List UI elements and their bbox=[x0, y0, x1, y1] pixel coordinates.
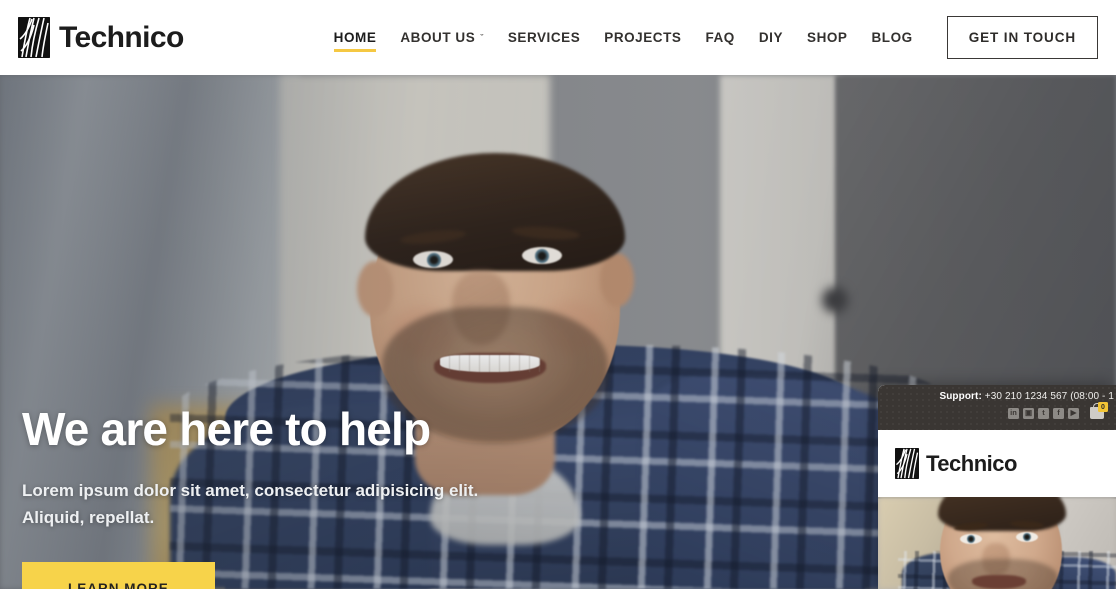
preview-person-eye-right bbox=[1016, 532, 1038, 542]
cart-button[interactable]: 0 bbox=[1090, 402, 1108, 419]
active-underline bbox=[333, 48, 377, 52]
nav-item-blog[interactable]: BLOG bbox=[859, 18, 924, 58]
brand-name: Technico bbox=[59, 20, 184, 54]
preview-hero-image bbox=[878, 497, 1116, 589]
nav-label: ABOUT US bbox=[400, 30, 476, 45]
site-header: Technico HOME ABOUT US ˇ SERVICES PROJEC… bbox=[0, 0, 1116, 75]
wood-grain-logo-icon bbox=[895, 448, 919, 479]
preview-brand-name: Technico bbox=[926, 450, 1017, 476]
nav-label: BLOG bbox=[871, 30, 913, 45]
page-root: Technico HOME ABOUT US ˇ SERVICES PROJEC… bbox=[0, 0, 1116, 589]
nav-item-diy[interactable]: DIY bbox=[747, 18, 795, 58]
nav-label: FAQ bbox=[705, 30, 735, 45]
hero-title: We are here to help bbox=[22, 403, 431, 455]
preview-person-eye-left bbox=[960, 534, 982, 544]
learn-more-button[interactable]: LEARN MORE bbox=[22, 561, 215, 589]
preview-person-mouth bbox=[972, 575, 1026, 589]
preview-topbar: Support: +30 210 1234 567 (08:00 - 1 in … bbox=[878, 385, 1116, 430]
wood-grain-logo-icon bbox=[18, 17, 50, 58]
support-label: Support: bbox=[939, 391, 982, 402]
chevron-down-icon: ˇ bbox=[480, 32, 484, 43]
nav-label: SHOP bbox=[807, 30, 848, 45]
facebook-icon[interactable]: f bbox=[1053, 407, 1064, 419]
preview-panel[interactable]: Support: +30 210 1234 567 (08:00 - 1 in … bbox=[878, 385, 1116, 589]
main-navigation: HOME ABOUT US ˇ SERVICES PROJECTS FAQ DI… bbox=[322, 18, 925, 58]
nav-item-projects[interactable]: PROJECTS bbox=[592, 18, 693, 58]
nav-label: SERVICES bbox=[507, 30, 581, 45]
linkedin-icon[interactable]: in bbox=[1008, 407, 1019, 419]
get-in-touch-button[interactable]: GET IN TOUCH bbox=[946, 16, 1098, 59]
cart-count-badge: 0 bbox=[1098, 402, 1108, 412]
hero-subtitle: Lorem ipsum dolor sit amet, consectetur … bbox=[22, 481, 479, 528]
brand-logo[interactable]: Technico bbox=[18, 17, 184, 58]
nav-label: PROJECTS bbox=[604, 30, 682, 45]
hero-copy-block: We are here to help Lorem ipsum dolor si… bbox=[22, 405, 582, 589]
support-info: Support: +30 210 1234 567 (08:00 - 1 bbox=[939, 391, 1114, 403]
nav-item-faq[interactable]: FAQ bbox=[693, 18, 746, 58]
nav-item-shop[interactable]: SHOP bbox=[795, 18, 859, 58]
social-links-row: in ▣ t f ▶ 0 bbox=[1008, 402, 1108, 419]
nav-label: DIY bbox=[758, 30, 784, 45]
support-phone: +30 210 1234 567 (08:00 - 1 bbox=[984, 391, 1114, 402]
youtube-icon[interactable]: ▶ bbox=[1068, 407, 1079, 419]
instagram-icon[interactable]: ▣ bbox=[1023, 407, 1034, 419]
preview-site-header: Technico bbox=[878, 430, 1116, 497]
nav-item-services[interactable]: SERVICES bbox=[496, 18, 592, 58]
nav-label: HOME bbox=[333, 30, 377, 45]
nav-item-home[interactable]: HOME bbox=[322, 18, 389, 58]
nav-item-about-us[interactable]: ABOUT US ˇ bbox=[388, 18, 495, 58]
twitter-icon[interactable]: t bbox=[1038, 407, 1049, 419]
